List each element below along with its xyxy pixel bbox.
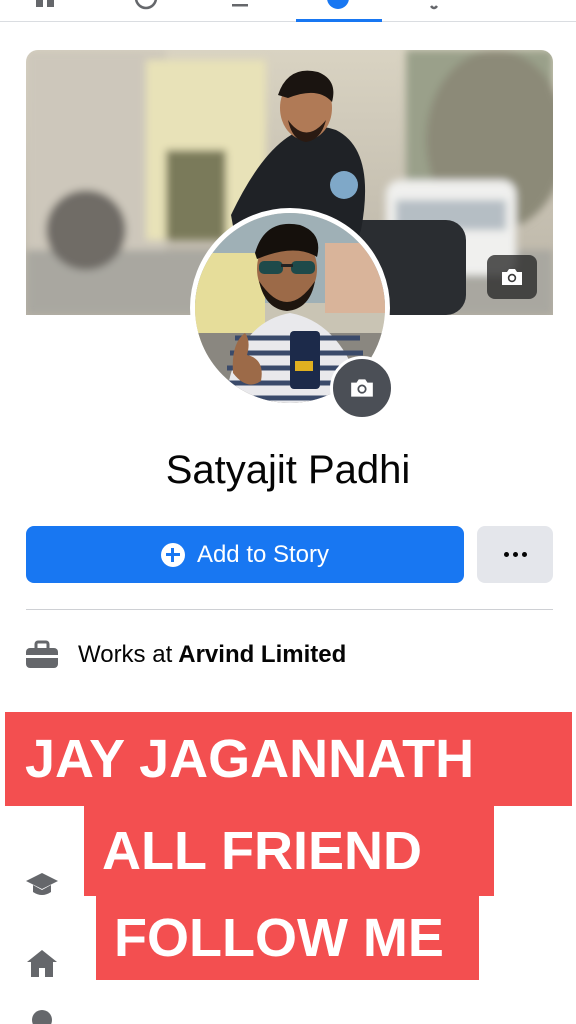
marketplace-icon [232,4,248,7]
nav-tab-watch[interactable] [116,0,176,22]
notifications-icon [430,5,438,10]
active-tab-indicator [296,19,382,22]
briefcase-icon [26,640,58,668]
profile-icon [327,0,349,9]
nav-tab-marketplace[interactable] [210,0,270,22]
nav-tab-notifications[interactable] [398,0,458,22]
divider [26,609,553,610]
top-nav-bar [0,0,576,22]
camera-icon [502,269,522,285]
about-lives-in-row[interactable] [24,948,78,978]
watch-icon [134,0,158,10]
work-prefix: Works at [78,641,173,668]
camera-icon [351,379,373,397]
add-to-story-label: Add to Story [196,540,330,568]
home-icon [36,0,54,7]
nav-tab-home[interactable] [15,0,75,22]
work-value: Arvind Limited [178,641,347,668]
overlay-text-line-2: ALL FRIEND [84,806,494,896]
about-work-row[interactable]: Works at Arvind Limited [24,640,346,670]
about-education-row[interactable] [24,870,78,900]
overlay-text-line-1: JAY JAGANNATH [5,712,572,806]
edit-profile-picture-button[interactable] [330,356,394,420]
plus-circle-icon [160,542,185,567]
nav-tab-profile[interactable] [296,0,382,22]
overlay-text-line-3: FOLLOW ME [96,896,479,980]
graduation-cap-icon [26,873,58,895]
home-icon [27,950,57,977]
about-from-row[interactable] [24,1008,78,1024]
edit-cover-photo-button[interactable] [487,255,537,299]
more-icon [503,552,527,557]
more-options-button[interactable] [477,526,553,583]
location-pin-icon [32,1010,52,1024]
profile-name: Satyajit Padhi [165,448,411,492]
add-to-story-button[interactable]: Add to Story [26,526,464,583]
